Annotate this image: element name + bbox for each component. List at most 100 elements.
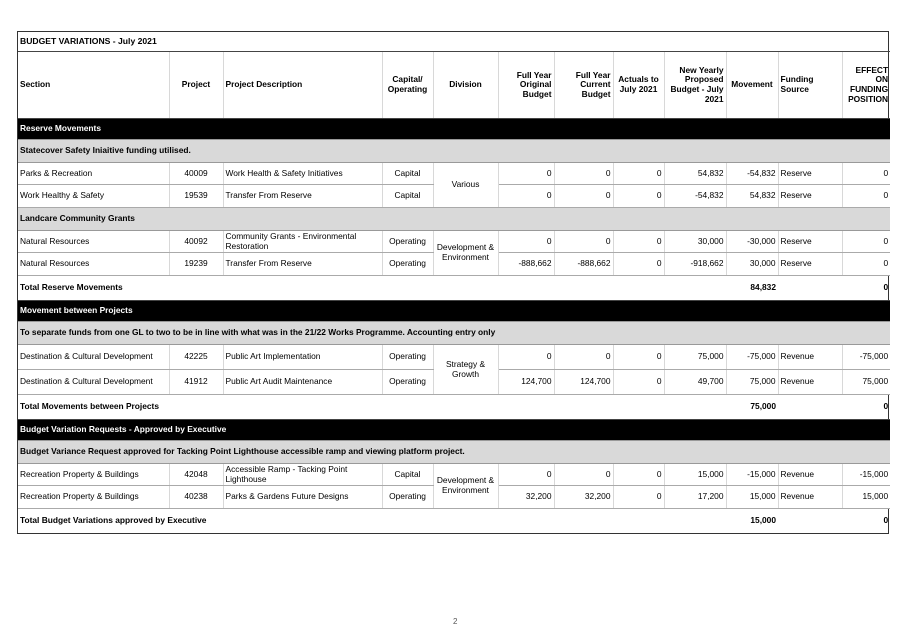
cell-source: Reserve (778, 162, 843, 185)
cell-effect: 0 (842, 184, 891, 208)
cell-type: Operating (382, 344, 434, 370)
group-subheading: Landcare Community Grants (18, 207, 891, 231)
col-header-proposed-budget: New Yearly Proposed Budget - July 2021 (664, 51, 727, 119)
cell-movement: -75,000 (726, 344, 779, 370)
col-header-current-budget: Full Year Current Budget (554, 51, 614, 119)
cell-original: 0 (498, 184, 555, 208)
cell-proposed: -54,832 (664, 184, 727, 208)
cell-type: Operating (382, 252, 434, 276)
total-label: Total Budget Variations approved by Exec… (20, 515, 207, 526)
cell-section: Destination & Cultural Development (18, 344, 170, 370)
cell-type: Capital (382, 162, 434, 185)
cell-effect: 0 (842, 252, 891, 276)
cell-section: Destination & Cultural Development (18, 369, 170, 395)
cell-project: 42048 (169, 463, 224, 486)
col-header-movement: Movement (726, 51, 779, 119)
group-reserve-movements: Reserve Movements Statecover Safety Inia… (18, 118, 891, 301)
col-header-description: Project Description (223, 51, 383, 119)
cell-source: Revenue (778, 463, 843, 486)
cell-original: 0 (498, 463, 555, 486)
cell-source: Reserve (778, 252, 843, 276)
cell-original: 124,700 (498, 369, 555, 395)
budget-variations-table: BUDGET VARIATIONS - July 2021 Section Pr… (18, 32, 891, 534)
cell-movement: -54,832 (726, 162, 779, 185)
cell-proposed: 54,832 (664, 162, 727, 185)
budget-variations-sheet: BUDGET VARIATIONS - July 2021 Section Pr… (17, 31, 891, 534)
cell-section: Natural Resources (18, 252, 170, 276)
cell-project: 19239 (169, 252, 224, 276)
cell-project: 40092 (169, 230, 224, 253)
cell-effect: 0 (842, 230, 891, 253)
cell-project: 42225 (169, 344, 224, 370)
cell-proposed: 75,000 (664, 344, 727, 370)
cell-effect: 0 (842, 162, 891, 185)
col-header-project: Project (169, 51, 224, 119)
cell-original: 0 (498, 344, 555, 370)
cell-project: 40238 (169, 485, 224, 509)
cell-division: Various (433, 162, 499, 208)
cell-source: Revenue (778, 485, 843, 509)
cell-current: 0 (554, 344, 614, 370)
total-movement: 84,832 (726, 275, 778, 301)
cell-actuals: 0 (613, 369, 665, 395)
cell-description: Parks & Gardens Future Designs (223, 485, 383, 509)
total-row: Total Budget Variations approved by Exec… (18, 509, 890, 534)
page-number: 2 (453, 617, 458, 626)
cell-description: Accessible Ramp - Tacking Point Lighthou… (223, 463, 383, 486)
cell-section: Recreation Property & Buildings (18, 485, 170, 509)
cell-actuals: 0 (613, 252, 665, 276)
total-effect: 0 (842, 275, 891, 301)
cell-type: Capital (382, 463, 434, 486)
cell-current: 0 (554, 184, 614, 208)
cell-current: 0 (554, 230, 614, 253)
cell-type: Capital (382, 184, 434, 208)
cell-effect: 15,000 (842, 485, 891, 509)
cell-section: Parks & Recreation (18, 162, 170, 185)
cell-project: 41912 (169, 369, 224, 395)
cell-effect: -75,000 (842, 344, 891, 370)
cell-original: 0 (498, 162, 555, 185)
group-subheading: Statecover Safety Iniaitive funding util… (18, 139, 891, 163)
cell-current: 124,700 (554, 369, 614, 395)
col-header-section: Section (18, 51, 170, 119)
cell-current: 0 (554, 463, 614, 486)
group-subheading: To separate funds from one GL to two to … (18, 321, 891, 345)
cell-division: Strategy & Growth (433, 344, 499, 395)
cell-effect: -15,000 (842, 463, 891, 486)
total-label: Total Reserve Movements (18, 275, 726, 301)
cell-actuals: 0 (613, 485, 665, 509)
cell-movement: 75,000 (726, 369, 779, 395)
cell-proposed: 15,000 (664, 463, 727, 486)
cell-current: -888,662 (554, 252, 614, 276)
cell-actuals: 0 (613, 463, 665, 486)
cell-type: Operating (382, 230, 434, 253)
cell-movement: -15,000 (726, 463, 779, 486)
cell-actuals: 0 (613, 344, 665, 370)
cell-description: Public Art Implementation (223, 344, 383, 370)
col-header-effect: EFFECT ON FUNDING POSITION (842, 51, 891, 119)
col-header-capital-operating: Capital/ Operating (382, 51, 434, 119)
table-row: Natural Resources 40092 Community Grants… (18, 230, 891, 276)
cell-original: 32,200 (498, 485, 555, 509)
total-effect: 0 (842, 394, 891, 420)
cell-division: Development & Environment (433, 463, 499, 509)
cell-project: 19539 (169, 184, 224, 208)
table-row: Destination & Cultural Development 42225… (18, 344, 891, 395)
total-movement: 75,000 (726, 394, 778, 420)
total-effect: 0 (883, 515, 889, 526)
cell-source: Reserve (778, 184, 843, 208)
cell-movement: 15,000 (726, 485, 779, 509)
cell-description: Public Art Audit Maintenance (223, 369, 383, 395)
total-label: Total Movements between Projects (18, 394, 726, 420)
table-row: Recreation Property & Buildings 42048 Ac… (18, 463, 891, 509)
header-row: Section Project Project Description Capi… (18, 51, 891, 119)
col-header-actuals: Actuals to July 2021 (613, 51, 665, 119)
group-budget-variation-requests: Budget Variation Requests - Approved by … (18, 419, 891, 534)
col-header-division: Division (433, 51, 499, 119)
total-row: Total Movements between Projects 75,000 … (18, 394, 891, 420)
col-header-original-budget: Full Year Original Budget (498, 51, 555, 119)
cell-source: Revenue (778, 369, 843, 395)
total-row: Total Reserve Movements 84,832 0 (18, 275, 891, 301)
cell-movement: 54,832 (726, 184, 779, 208)
cell-actuals: 0 (613, 162, 665, 185)
